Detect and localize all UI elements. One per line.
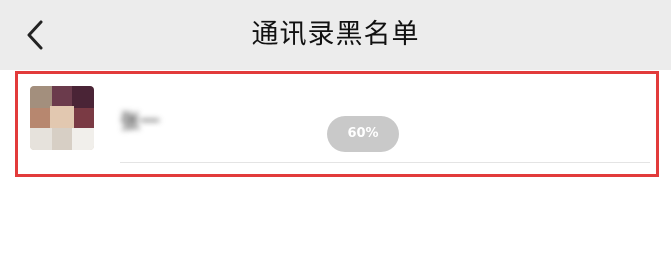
chevron-left-icon (27, 20, 43, 50)
blacklist-page: 通讯录黑名单 张一 60% (0, 0, 671, 280)
top-navigation-bar: 通讯录黑名单 (0, 0, 671, 70)
selection-highlight (15, 71, 659, 177)
back-button[interactable] (22, 18, 52, 52)
page-title: 通讯录黑名单 (251, 19, 420, 50)
